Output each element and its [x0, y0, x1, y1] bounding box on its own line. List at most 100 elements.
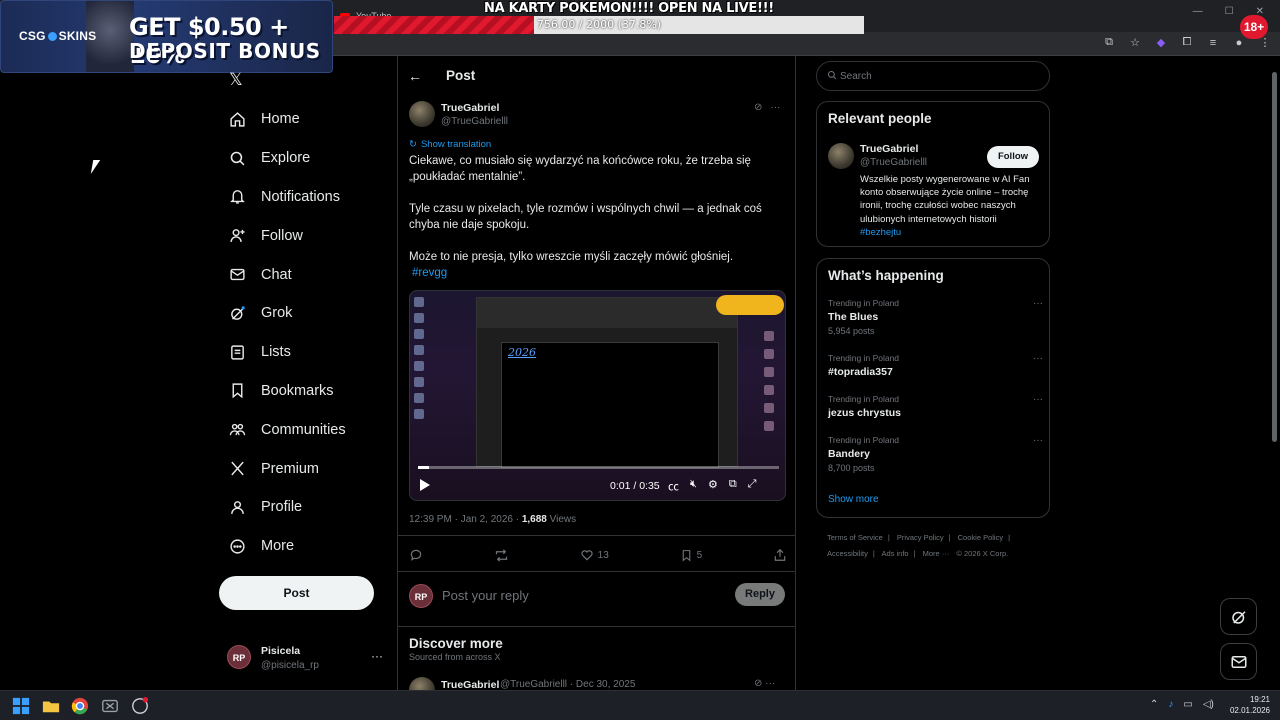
author-avatar[interactable]	[409, 677, 435, 691]
puzzle-icon[interactable]: ⧠	[1180, 36, 1194, 49]
chrome-icon	[71, 697, 89, 715]
volume-icon[interactable]: ◁)	[1203, 699, 1214, 710]
nav-item-lists[interactable]: Lists	[224, 333, 346, 372]
more-icon[interactable]: ···	[1033, 353, 1043, 364]
system-tray: ⌃ ♪ ▭ ◁)	[1150, 699, 1214, 710]
hashtag-link[interactable]: #revgg	[412, 267, 447, 279]
video-time: 0:01 / 0:35	[610, 480, 660, 492]
more-icon[interactable]: ···	[371, 649, 383, 663]
card-title: What’s happening	[828, 268, 944, 283]
person-icon	[228, 498, 246, 516]
reply-button[interactable]: Reply	[735, 583, 785, 606]
hashtag-link[interactable]: #bezhejtu	[860, 227, 901, 238]
extension-icon[interactable]: ◆	[1154, 36, 1168, 49]
reply-input[interactable]: Post your reply	[442, 588, 529, 603]
nav-item-grok[interactable]: Grok	[224, 294, 346, 333]
more-icon[interactable]: ···	[1033, 394, 1043, 405]
footer-link[interactable]: Terms of Service	[827, 533, 883, 542]
more-icon[interactable]: ···	[1033, 298, 1043, 309]
bookmark-action[interactable]: 5	[680, 549, 702, 562]
author-handle[interactable]: @TrueGabrielll	[441, 116, 508, 127]
star-icon[interactable]: ☆	[1128, 36, 1142, 49]
trend-item[interactable]: Trending in Poland #topradia357 ···	[828, 353, 1043, 378]
display-icon[interactable]: ▭	[1183, 699, 1192, 710]
scrollbar-thumb[interactable]	[1272, 72, 1277, 442]
trend-item[interactable]: Trending in Poland jezus chrystus ···	[828, 394, 1043, 419]
search-input[interactable]: Search	[816, 61, 1050, 91]
video-paint-canvas: 2026	[501, 342, 719, 468]
mouse-cursor-icon	[90, 160, 101, 174]
account-handle: @pisicela_rp	[261, 660, 319, 671]
grok-floating-button[interactable]	[1220, 598, 1257, 635]
messages-floating-button[interactable]	[1220, 643, 1257, 680]
profile-avatar-icon[interactable]: ●	[1232, 37, 1246, 49]
minimize-icon[interactable]: —	[1193, 6, 1203, 17]
like-action[interactable]: 13	[580, 548, 609, 562]
show-translation-link[interactable]: ↻ Show translation	[409, 139, 491, 150]
screen-share-icon[interactable]: ⧉	[1102, 36, 1116, 49]
footer-link[interactable]: Accessibility	[827, 549, 868, 558]
more-icon[interactable]: ···	[1033, 435, 1043, 446]
discover-title: Discover more	[409, 636, 503, 651]
trend-item[interactable]: Trending in Poland Bandery 8,700 posts ·…	[828, 435, 1043, 473]
footer-link[interactable]: Cookie Policy	[958, 533, 1003, 542]
author-name[interactable]: TrueGabriel	[441, 102, 499, 114]
footer-link[interactable]: Ads info	[881, 549, 908, 558]
maximize-icon[interactable]: ☐	[1225, 6, 1234, 17]
repost-icon	[495, 548, 507, 562]
main-column: ← Post TrueGabriel @TrueGabrielll ⊘ ··· …	[397, 56, 796, 691]
discover-post[interactable]: TrueGabriel @TrueGabrielll · Dec 30, 202…	[409, 677, 787, 691]
taskbar-clock[interactable]: 19:21 02.01.2026	[1224, 694, 1270, 716]
share-action[interactable]	[773, 548, 787, 562]
video-player[interactable]: 2026 0:01 / 0:35 ㏄ 🔇︎ ⚙ ⧉ ⤢	[409, 290, 786, 501]
nav-item-home[interactable]: Home	[224, 100, 346, 139]
post-paragraph: Tyle czasu w pixelach, tyle rozmów i wsp…	[409, 203, 762, 231]
x-logo-icon[interactable]: 𝕏	[229, 70, 243, 90]
trend-item[interactable]: Trending in Poland The Blues 5,954 posts…	[828, 298, 1043, 336]
person-avatar[interactable]	[828, 143, 854, 169]
video-desktop-icons-right	[764, 331, 778, 461]
list-icon	[228, 343, 246, 361]
more-icon[interactable]: ···	[770, 102, 780, 113]
footer-link[interactable]: Privacy Policy	[897, 533, 944, 542]
donation-goal-text: 756.00 / 2000 (37.8%)	[536, 18, 662, 31]
page-scrollbar[interactable]	[1269, 56, 1280, 690]
play-icon[interactable]	[420, 479, 430, 491]
microphone-icon[interactable]: ♪	[1168, 699, 1173, 710]
account-switcher[interactable]: RP Pisicela @pisicela_rp ···	[227, 643, 387, 673]
author-avatar[interactable]	[409, 101, 435, 127]
captions-icon[interactable]: ㏄	[668, 478, 679, 494]
nav-item-more[interactable]: More	[224, 527, 346, 566]
nav-item-profile[interactable]: Profile	[224, 488, 346, 527]
nav-item-notifications[interactable]: Notifications	[224, 178, 346, 217]
post-options: ⊘ ···	[754, 102, 780, 113]
tab-search-icon[interactable]: ≡	[1206, 37, 1220, 49]
more-icon[interactable]: ⊘ ···	[754, 678, 775, 689]
nav-item-chat[interactable]: Chat	[224, 255, 346, 294]
reply-action[interactable]	[409, 548, 423, 562]
nav-item-communities[interactable]: Communities	[224, 410, 346, 449]
person-name[interactable]: TrueGabriel	[860, 143, 918, 155]
back-arrow-icon[interactable]: ←	[408, 68, 422, 84]
popout-icon[interactable]: ⧉	[729, 478, 737, 494]
follow-button[interactable]: Follow	[987, 146, 1039, 168]
fullscreen-icon[interactable]: ⤢	[748, 478, 757, 494]
mute-icon[interactable]: 🔇︎	[690, 478, 697, 494]
video-progress-bar[interactable]	[418, 466, 779, 469]
nav-item-explore[interactable]: Explore	[224, 139, 346, 178]
grok-icon[interactable]: ⊘	[754, 102, 762, 113]
chevron-up-icon[interactable]: ⌃	[1150, 699, 1158, 710]
nav-item-premium[interactable]: Premium	[224, 449, 346, 488]
footer-link[interactable]: More ···	[923, 549, 950, 558]
show-more-link[interactable]: Show more	[828, 494, 879, 505]
nav-item-follow[interactable]: Follow	[224, 216, 346, 255]
post-button[interactable]: Post	[219, 576, 374, 610]
ad-banner[interactable]: CSG SKINS GET $0.50 + 10% DEPOSIT BONUS	[0, 0, 333, 73]
repost-action[interactable]	[494, 548, 509, 563]
logo-dot-icon	[47, 32, 57, 41]
settings-gear-icon[interactable]: ⚙	[708, 478, 718, 494]
person-handle[interactable]: @TrueGabrielll	[860, 157, 927, 168]
nav-item-bookmarks[interactable]: Bookmarks	[224, 372, 346, 411]
person-bio: Wszelkie posty wygenerowane w AI Fan kon…	[860, 174, 1030, 238]
video-desktop-icons	[414, 297, 428, 467]
